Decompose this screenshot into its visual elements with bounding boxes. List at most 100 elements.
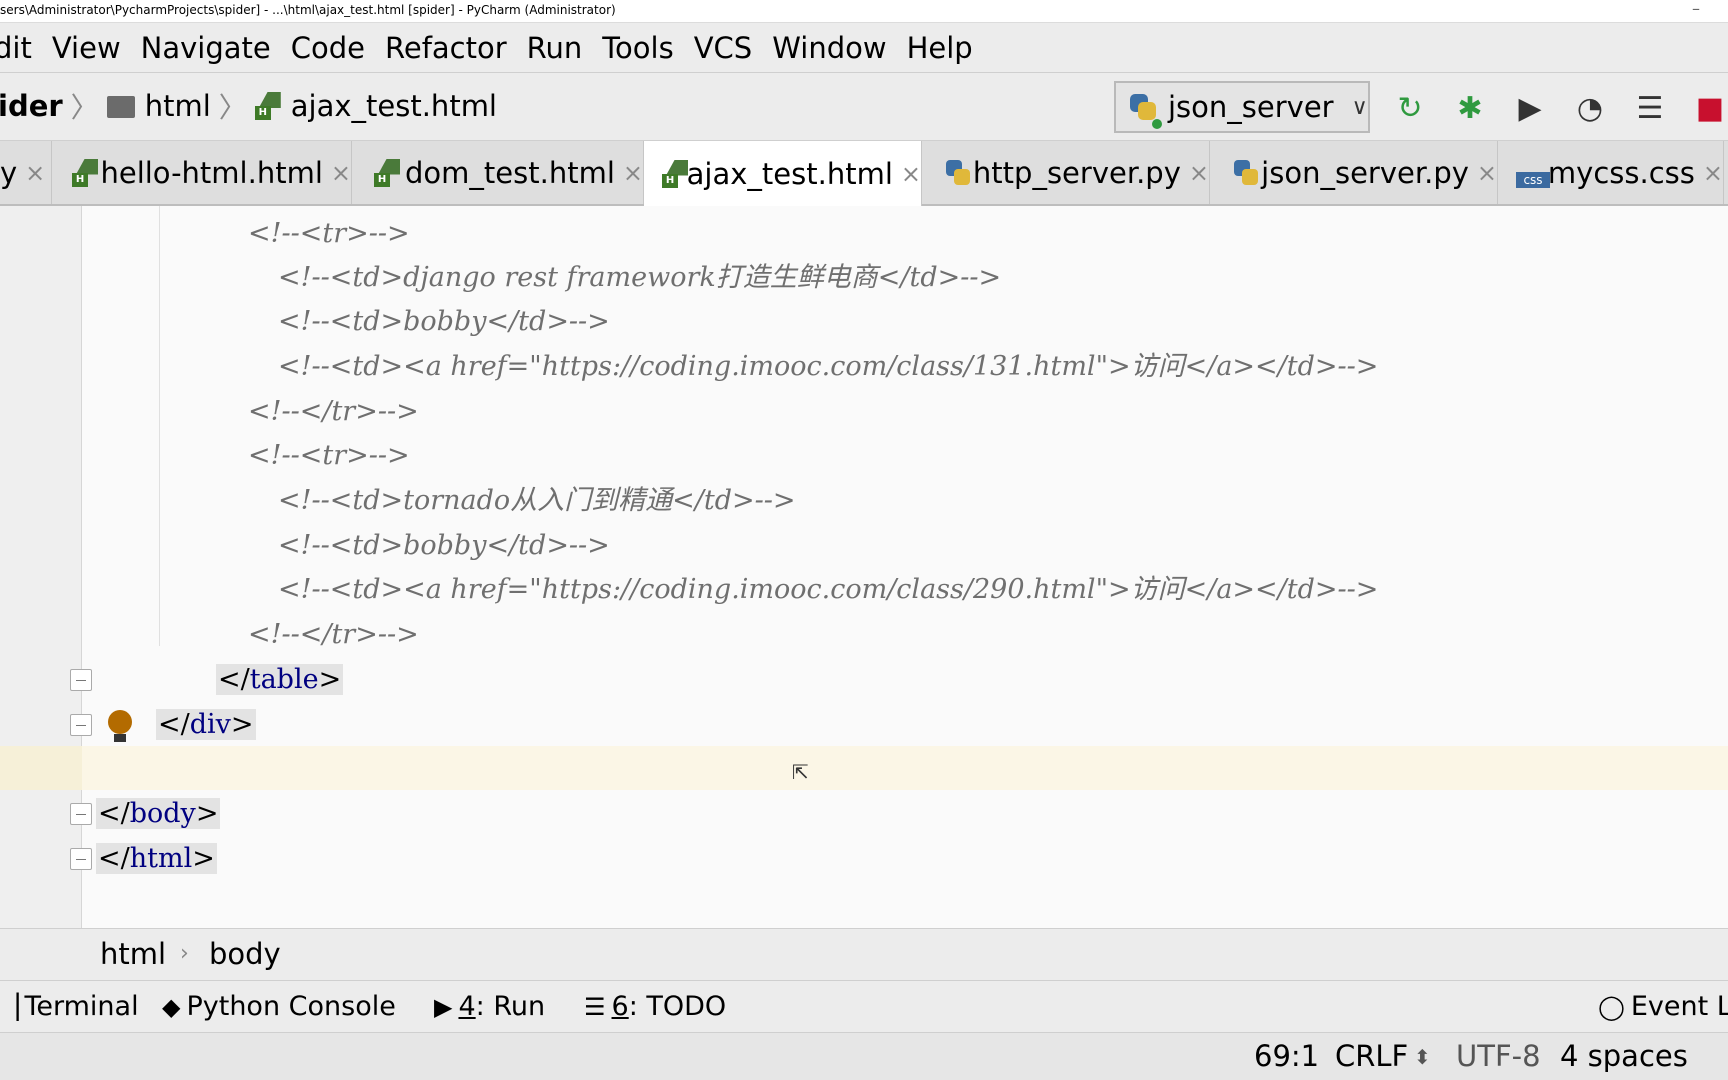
- tag-name: table: [249, 664, 319, 695]
- debug-icon[interactable]: ✱: [1452, 91, 1488, 127]
- python-console-tool-button[interactable]: ◆ Python Console: [162, 991, 396, 1022]
- event-log-tool-button[interactable]: ◯ Event Lo: [1598, 991, 1728, 1022]
- nav-file[interactable]: ajax_test.html: [291, 89, 497, 123]
- tab-dom-test[interactable]: dom_test.html ×: [352, 141, 644, 204]
- run-tool-button[interactable]: ▶ 4 : Run: [434, 991, 545, 1022]
- chevron-right-icon: ›: [180, 941, 189, 966]
- run-configuration-label: json_server: [1168, 90, 1334, 124]
- html-file-icon: [374, 159, 397, 187]
- running-indicator-icon: [1152, 119, 1162, 129]
- code-line[interactable]: <!--<td>bobby</td>-->: [278, 302, 610, 342]
- code-line[interactable]: <!--<tr>-->: [248, 214, 410, 254]
- html-file-icon: [72, 159, 92, 187]
- close-icon[interactable]: ×: [1477, 159, 1497, 187]
- intention-bulb-icon[interactable]: [107, 710, 133, 744]
- python-file-icon: [944, 158, 971, 188]
- run-configuration-select[interactable]: json_server ∨: [1114, 81, 1370, 133]
- profile-icon[interactable]: ◔: [1572, 91, 1608, 127]
- closing-tag: </div>: [156, 709, 256, 740]
- code-line-html-close[interactable]: </html>: [96, 839, 217, 879]
- menu-tools[interactable]: Tools: [602, 31, 673, 65]
- code-line-table-close[interactable]: </table>: [216, 660, 344, 700]
- line-separator[interactable]: CRLF: [1335, 1039, 1408, 1073]
- nav-breadcrumb: ider 〉 html 〉 ajax_test.html: [0, 86, 497, 126]
- coverage-icon[interactable]: ▶: [1512, 91, 1548, 127]
- code-line[interactable]: <!--<td>bobby</td>-->: [278, 526, 610, 566]
- current-line-highlight: [0, 746, 1728, 790]
- css-file-icon: [1516, 158, 1550, 188]
- menu-vcs[interactable]: VCS: [694, 31, 753, 65]
- closing-tag: </html>: [96, 843, 217, 874]
- tab-label: mycss.css: [1547, 155, 1695, 190]
- close-icon[interactable]: ×: [901, 160, 921, 188]
- event-log-icon: ◯: [1598, 992, 1625, 1021]
- indent-setting[interactable]: 4 spaces: [1560, 1039, 1688, 1073]
- tag-name: body: [129, 798, 196, 829]
- menu-navigate[interactable]: Navigate: [141, 31, 271, 65]
- nav-folder[interactable]: html: [145, 89, 211, 123]
- tab-label: json_server.py: [1261, 155, 1469, 190]
- python-icon: ◆: [162, 992, 181, 1021]
- breadcrumb-html[interactable]: html: [100, 937, 166, 971]
- menu-help[interactable]: Help: [907, 31, 973, 65]
- fold-marker-icon[interactable]: [70, 848, 92, 870]
- nav-project[interactable]: ider: [0, 89, 63, 123]
- closing-tag: </body>: [96, 798, 221, 829]
- menu-edit[interactable]: dit: [0, 31, 32, 65]
- tab-http-server[interactable]: http_server.py ×: [922, 141, 1210, 204]
- tab-label: http_server.py: [972, 155, 1181, 190]
- breadcrumb-body[interactable]: body: [209, 937, 281, 971]
- chevron-right-icon: 〉: [70, 91, 99, 124]
- code-line[interactable]: <!--<td><a href="https://coding.imooc.co…: [278, 347, 1378, 387]
- python-icon: [1128, 92, 1158, 122]
- current-line-gutter: [0, 746, 82, 790]
- tab-mycss[interactable]: mycss.css ×: [1498, 141, 1724, 204]
- todo-label: : TODO: [628, 991, 727, 1022]
- close-icon[interactable]: ×: [1703, 159, 1723, 187]
- terminal-tool-button[interactable]: ▕ Terminal: [0, 991, 139, 1022]
- close-icon[interactable]: ×: [623, 159, 643, 187]
- fold-marker-icon[interactable]: [70, 669, 92, 691]
- menu-code[interactable]: Code: [291, 31, 365, 65]
- rerun-icon[interactable]: ↻: [1392, 91, 1428, 127]
- menu-run[interactable]: Run: [527, 31, 583, 65]
- todo-tool-button[interactable]: ☰ 6 : TODO: [584, 991, 726, 1022]
- code-line[interactable]: <!--<td>tornado从入门到精通</td>-->: [278, 481, 795, 521]
- minimize-icon[interactable]: –: [1692, 1, 1708, 18]
- tab-label: y: [0, 155, 18, 190]
- tab-hello-html[interactable]: hello-html.html ×: [52, 141, 352, 204]
- close-icon[interactable]: ×: [331, 159, 351, 187]
- chevron-right-icon: 〉: [218, 91, 247, 124]
- code-line[interactable]: <!--<td>django rest framework打造生鲜电商</td>…: [278, 258, 1001, 298]
- code-line[interactable]: <!--<tr>-->: [248, 436, 410, 476]
- menu-refactor[interactable]: Refactor: [385, 31, 507, 65]
- tool-window-bar: ▕ Terminal ◆ Python Console ▶ 4 : Run ☰ …: [0, 980, 1728, 1032]
- html-file-icon: [254, 92, 283, 120]
- tag-name: div: [189, 709, 231, 740]
- tab-ajax-test[interactable]: ajax_test.html ×: [644, 141, 922, 206]
- tab-json-server[interactable]: json_server.py ×: [1210, 141, 1498, 204]
- window-titlebar: sers\Administrator\PycharmProjects\spide…: [0, 0, 1728, 23]
- chevron-down-icon: ∨: [1351, 94, 1368, 120]
- tab-partial[interactable]: y ×: [0, 141, 52, 204]
- run-concurrency-icon[interactable]: ☰: [1632, 91, 1668, 127]
- todo-list-icon: ☰: [584, 992, 606, 1021]
- code-line-body-close[interactable]: </body>: [96, 794, 221, 834]
- file-encoding[interactable]: UTF-8: [1456, 1039, 1541, 1073]
- close-icon[interactable]: ×: [1189, 159, 1209, 187]
- close-icon[interactable]: ×: [25, 159, 45, 187]
- code-line[interactable]: <!--</tr>-->: [248, 615, 419, 655]
- code-editor[interactable]: <!--<tr>--> <!--<td>django rest framewor…: [0, 206, 1728, 928]
- caret-position[interactable]: 69:1: [1254, 1039, 1319, 1073]
- fold-marker-icon[interactable]: [70, 714, 92, 736]
- menu-view[interactable]: View: [52, 31, 121, 65]
- menu-window[interactable]: Window: [772, 31, 886, 65]
- tag-name: html: [129, 843, 193, 874]
- python-console-label: Python Console: [186, 991, 396, 1022]
- stop-icon[interactable]: ■: [1692, 91, 1728, 127]
- code-line-div-close[interactable]: </div>: [156, 705, 256, 745]
- code-line[interactable]: <!--<td><a href="https://coding.imooc.co…: [278, 570, 1378, 610]
- run-shortcut-number: 4: [458, 991, 476, 1022]
- code-line[interactable]: <!--</tr>-->: [248, 392, 419, 432]
- fold-marker-icon[interactable]: [70, 803, 92, 825]
